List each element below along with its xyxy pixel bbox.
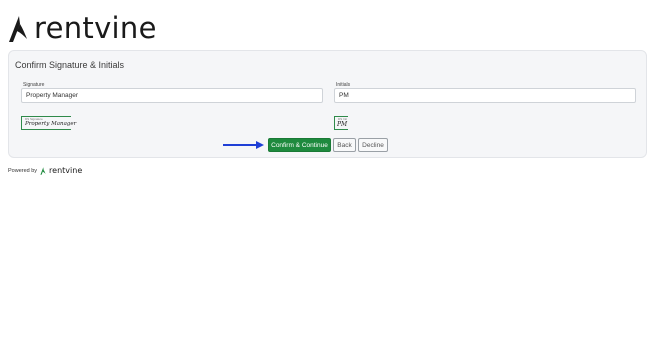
- rentvine-leaf-icon: [9, 15, 27, 42]
- signature-preview: DS Signature Property Manager: [21, 116, 76, 130]
- rentvine-leaf-icon: [40, 166, 46, 175]
- confirm-continue-button[interactable]: Confirm & Continue: [268, 138, 331, 152]
- initials-input[interactable]: [334, 88, 636, 103]
- brand-logo: rentvine: [8, 14, 157, 43]
- signature-preview-text: Property Manager: [25, 121, 77, 127]
- powered-by-brand: rentvine: [49, 166, 83, 175]
- confirm-signature-card: Confirm Signature & Initials Signature I…: [8, 50, 647, 158]
- signature-input[interactable]: [21, 88, 323, 103]
- decline-button[interactable]: Decline: [358, 138, 388, 152]
- brand-name: rentvine: [34, 11, 157, 45]
- powered-by-text: Powered by: [8, 167, 38, 174]
- card-title: Confirm Signature & Initials: [15, 60, 125, 70]
- powered-by: Powered by rentvine: [8, 166, 82, 175]
- initials-preview-text: PM: [337, 121, 348, 128]
- initials-preview: DS Init PM: [334, 116, 348, 130]
- back-button[interactable]: Back: [333, 138, 356, 152]
- right-arrow-icon: [223, 141, 264, 149]
